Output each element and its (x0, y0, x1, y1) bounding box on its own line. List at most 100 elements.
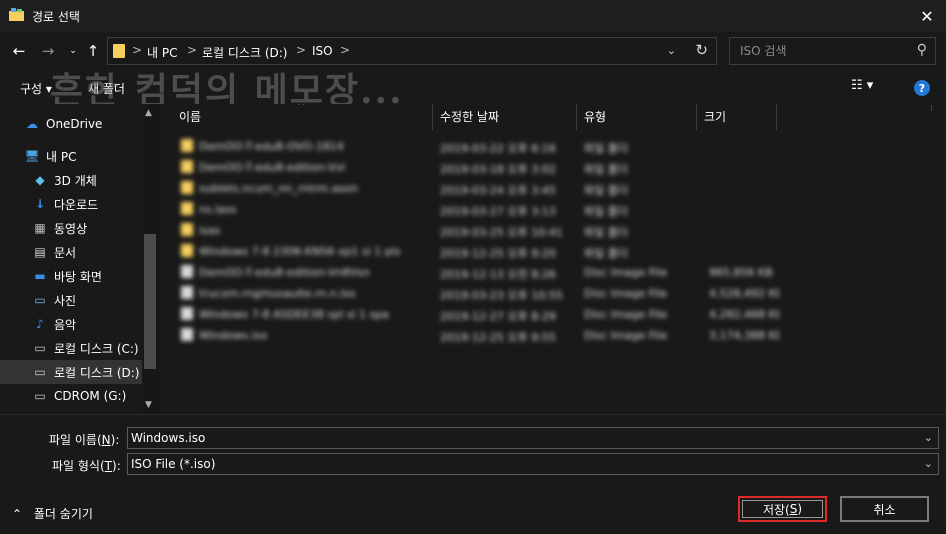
file-size: 4,528,492 KB (709, 287, 779, 300)
folder-icon (181, 223, 193, 236)
music-icon: ♪ (36, 317, 44, 331)
breadcrumb-this-pc[interactable]: 내 PC (147, 44, 177, 61)
scrollbar-thumb[interactable] (144, 234, 156, 369)
recent-locations-chevron-icon[interactable]: ⌄ (62, 40, 84, 62)
organize-button[interactable]: 구성 ▾ (20, 80, 52, 97)
column-header-name[interactable]: 이름 (179, 108, 201, 125)
navigation-pane: ☁ OneDrive 🖥 내 PC ◆ 3D 개체 ↓ 다운로드 ▦ 동영상 ▤… (0, 104, 159, 414)
folder-icon (113, 44, 125, 58)
file-type: 파일 폴더 (584, 205, 628, 218)
filename-input[interactable] (128, 428, 908, 448)
sidebar-scrollbar[interactable]: ▲ ▼ (142, 104, 159, 414)
filetype-label: 파일 형식(T): (52, 459, 121, 473)
cancel-button[interactable]: 취소 (840, 496, 929, 522)
column-divider[interactable] (696, 104, 697, 130)
breadcrumb-local-disk-d[interactable]: 로컬 디스크 (D:) (202, 44, 287, 61)
column-header-size[interactable]: 크기 (704, 108, 726, 125)
file-name: sublets.ncum_nn_rntrm.ason (199, 182, 359, 195)
scroll-down-icon[interactable]: ▼ (145, 400, 152, 410)
filetype-dropdown-icon[interactable]: ⌄ (924, 457, 933, 470)
sidebar-item-3d-objects[interactable]: ◆ 3D 개체 (0, 168, 142, 192)
help-icon[interactable]: ? (914, 80, 930, 96)
column-divider[interactable] (432, 104, 433, 130)
up-arrow-icon[interactable]: ↑ (82, 40, 104, 62)
file-row[interactable]: sublets.ncum_nn_rntrm.ason 2019-03-24 오후 … (159, 178, 946, 199)
column-divider[interactable] (576, 104, 577, 130)
address-bar[interactable]: > 내 PC > 로컬 디스크 (D:) > ISO > ⌄ ↻ (107, 37, 717, 65)
save-button[interactable]: 저장(S) (738, 496, 827, 522)
folder-icon (181, 181, 193, 194)
file-date: 2019-12-25 오후 9:20 (440, 247, 556, 260)
view-options-icon[interactable]: ☷ ▾ (851, 78, 873, 93)
sidebar-item-videos[interactable]: ▦ 동영상 (0, 216, 142, 240)
filename-field[interactable]: ⌄ (127, 427, 939, 449)
sidebar-item-cdrom-g[interactable]: ▭ CDROM (G:) (0, 384, 142, 408)
search-input[interactable] (730, 38, 910, 64)
file-date: 2019-12-27 오후 8:29 (440, 310, 556, 323)
file-row[interactable]: ns.lass 2019-03-27 오후 3:13 파일 폴더 (159, 199, 946, 220)
file-row[interactable]: trucom.rngmusauite.rn.n.iso 2019-03-23 오후… (159, 283, 946, 304)
sidebar-item-this-pc[interactable]: 🖥 내 PC (0, 144, 142, 168)
column-header-date-modified[interactable]: 수정한 날짜 (440, 108, 499, 125)
close-icon[interactable]: ✕ (914, 4, 940, 28)
search-icon[interactable]: ⚲ (917, 42, 927, 58)
file-date: 2019-03-27 오후 3:13 (440, 205, 556, 218)
scroll-up-icon[interactable]: ▲ (145, 108, 152, 118)
address-dropdown-icon[interactable]: ⌄ (667, 44, 676, 57)
file-row[interactable]: DemOO-T-edu8-edition-Vn8Vsn 2019-12-13 오전… (159, 262, 946, 283)
column-header-type[interactable]: 유형 (584, 108, 606, 125)
title-bar: 경로 선택 ✕ (0, 0, 946, 32)
sidebar-item-music[interactable]: ♪ 음악 (0, 312, 142, 336)
file-date: 2019-12-13 오전 8:26 (440, 268, 556, 281)
filename-dropdown-icon[interactable]: ⌄ (924, 431, 933, 444)
sidebar-item-documents[interactable]: ▤ 문서 (0, 240, 142, 264)
file-type: 파일 폴더 (584, 226, 628, 239)
forward-arrow-icon[interactable]: → (37, 40, 59, 62)
sidebar-item-onedrive[interactable]: ☁ OneDrive (0, 112, 142, 136)
cloud-icon: ☁ (26, 117, 38, 131)
file-date: 2019-12-25 오후 9:55 (440, 331, 556, 344)
breadcrumb-iso[interactable]: ISO (312, 44, 333, 58)
file-name: DemOO-T-edu8-edition-Vn8Vsn (199, 266, 370, 279)
picture-icon: ▭ (34, 293, 46, 307)
file-icon (181, 307, 193, 320)
file-row[interactable]: DemOO-T-edu8-edition-Vvl 2019-03-18 오후 3:… (159, 157, 946, 178)
sidebar-item-downloads[interactable]: ↓ 다운로드 (0, 192, 142, 216)
file-row[interactable]: Windows.iso 2019-12-25 오후 9:55 Disc Image … (159, 325, 946, 346)
sidebar-item-local-disk-d[interactable]: ▭ 로컬 디스크 (D:) (0, 360, 142, 384)
sidebar-item-pictures[interactable]: ▭ 사진 (0, 288, 142, 312)
file-size: 965,856 KB (709, 266, 773, 279)
hide-folders-toggle[interactable]: ⌃ 폴더 숨기기 (12, 505, 93, 522)
column-resize-grip-icon: ⁝ (930, 104, 933, 114)
column-divider[interactable] (776, 104, 777, 130)
app-icon (9, 8, 24, 21)
file-type: 파일 폴더 (584, 247, 628, 260)
file-row[interactable]: DemOO-T-edu8-OVO-1814 2019-03-22 오후 6:16 파… (159, 136, 946, 157)
filename-label: 파일 이름(N): (49, 433, 120, 447)
breadcrumb-chevron-icon: > (187, 43, 198, 57)
breadcrumb-chevron-icon: > (132, 43, 143, 57)
chevron-up-icon: ⌃ (12, 507, 23, 521)
hide-folders-label: 폴더 숨기기 (33, 507, 93, 521)
file-row[interactable]: lsas 2019-03-25 오후 10:41 파일 폴더 (159, 220, 946, 241)
file-type: Disc Image File (584, 266, 668, 279)
computer-icon: 🖥 (24, 149, 40, 163)
file-list: ^ 이름 수정한 날짜 유형 크기 DemOO-T-edu8-OVO-1814 2… (159, 104, 946, 414)
back-arrow-icon[interactable]: ← (8, 40, 30, 62)
file-type: Disc Image File (584, 308, 668, 321)
refresh-icon[interactable]: ↻ (695, 41, 708, 59)
file-name: trucom.rngmusauite.rn.n.iso (199, 287, 356, 300)
download-icon: ↓ (34, 197, 46, 211)
file-icon (181, 328, 193, 341)
filetype-select[interactable]: ISO File (*.iso) ⌄ (127, 453, 939, 475)
search-box[interactable]: ⚲ (729, 37, 936, 65)
file-row[interactable]: Windows 7-8 ASDEE38 spl sl 1 spa 2019-12-… (159, 304, 946, 325)
document-icon: ▤ (34, 245, 46, 259)
cdrom-icon: ▭ (34, 389, 46, 403)
sidebar-item-local-disk-c[interactable]: ▭ 로컬 디스크 (C:) (0, 336, 142, 360)
file-row[interactable]: Windows 7-8 2306-KNS6 xp1 sl 1 pls 2019-1… (159, 241, 946, 262)
drive-icon: ▭ (34, 365, 46, 379)
sidebar-item-desktop[interactable]: ▬ 바탕 화면 (0, 264, 142, 288)
file-name: Windows 7-8 ASDEE38 spl sl 1 spa (199, 308, 389, 321)
new-folder-button[interactable]: 새 폴더 (88, 80, 125, 97)
